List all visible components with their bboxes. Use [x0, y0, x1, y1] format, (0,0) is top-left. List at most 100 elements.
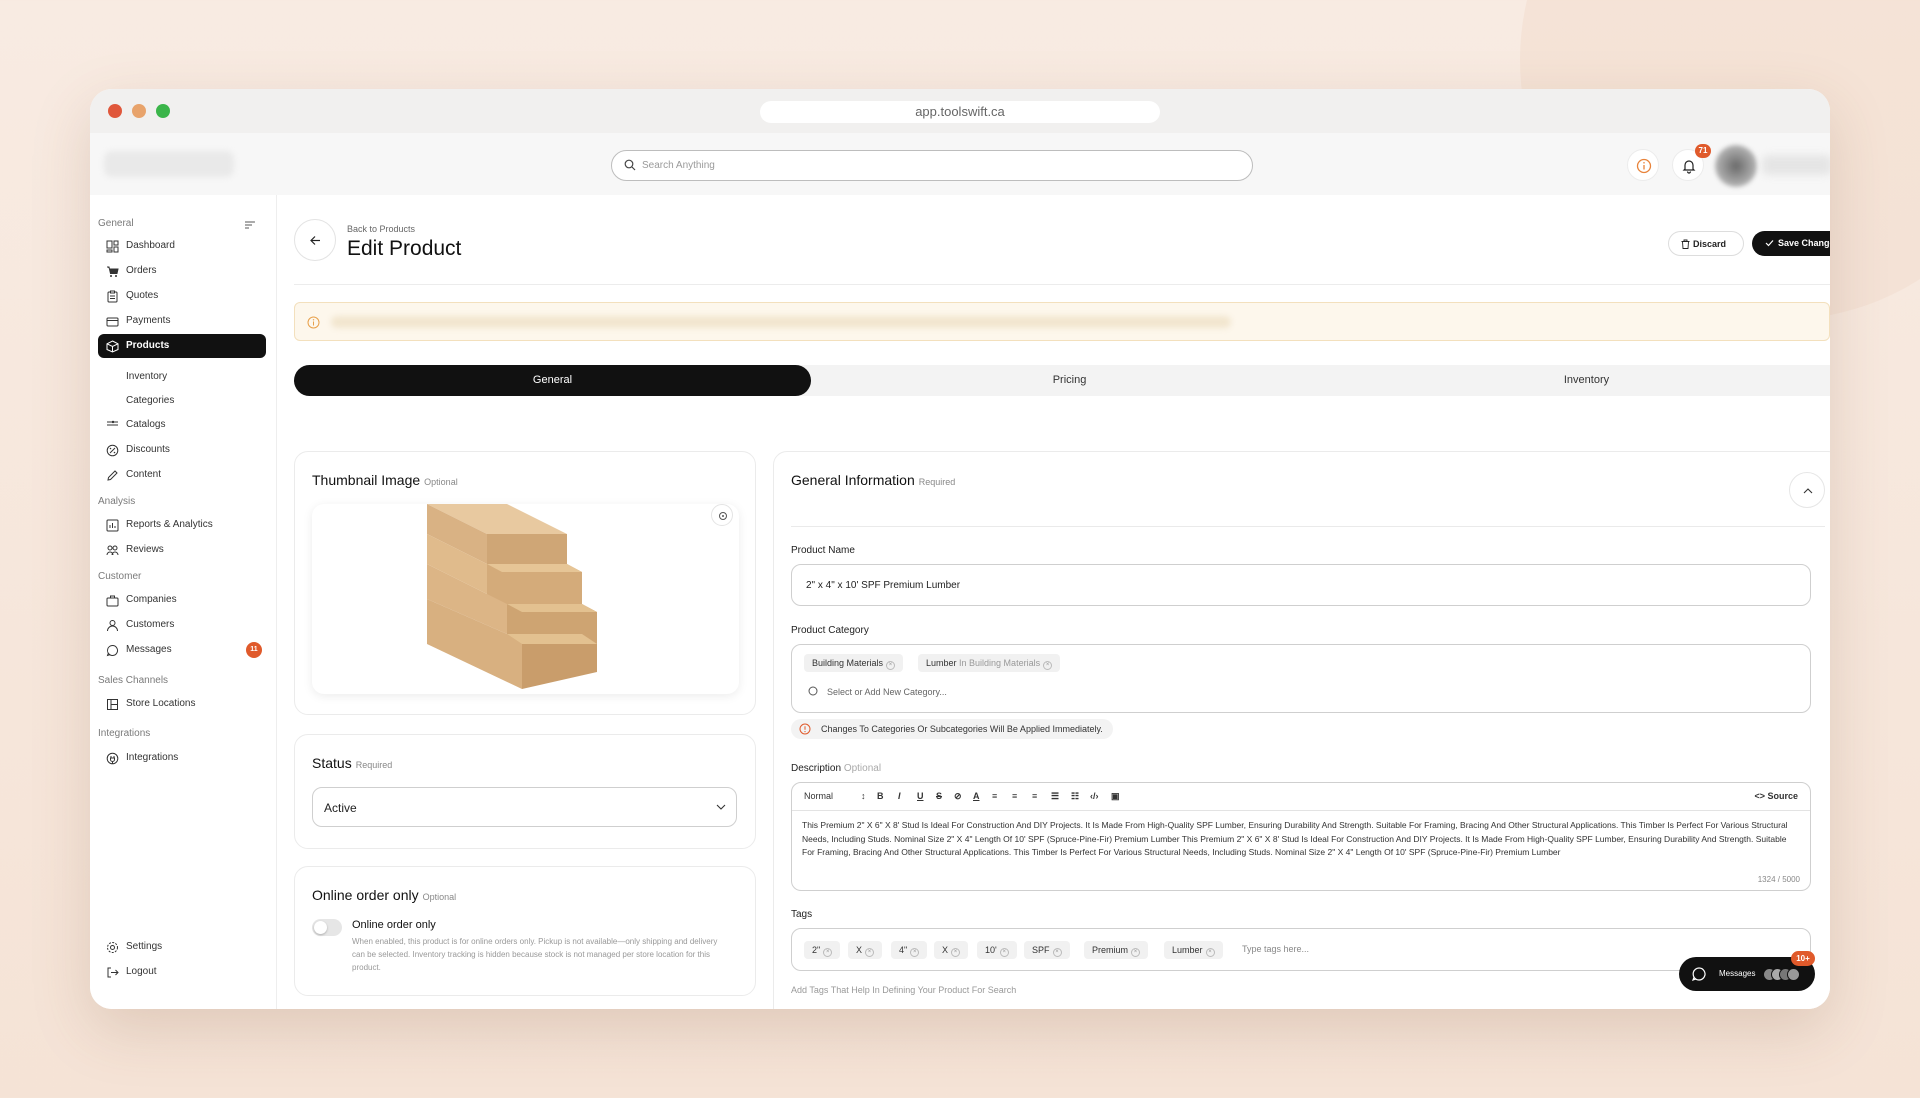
save-changes-button[interactable]: Save Changes: [1752, 231, 1830, 256]
collapse-section-button[interactable]: [1789, 472, 1825, 508]
zoom-image-button[interactable]: [711, 504, 733, 526]
messages-widget-label: Messages: [1719, 969, 1756, 978]
product-name-input[interactable]: 2" x 4" x 10' SPF Premium Lumber: [791, 564, 1811, 606]
tab-pricing[interactable]: Pricing: [811, 365, 1328, 396]
category-chip[interactable]: Building Materials ×: [804, 654, 904, 672]
thumbnail-image-frame[interactable]: [312, 504, 739, 694]
tab-general[interactable]: General: [294, 365, 811, 396]
align-right-icon[interactable]: ≡: [1032, 791, 1037, 801]
sidebar-item-products[interactable]: Products: [98, 334, 266, 358]
sidebar-item-inventory[interactable]: Inventory: [98, 365, 266, 389]
tag-chip[interactable]: SPF ×: [1024, 941, 1070, 959]
maximize-window-button[interactable]: [156, 104, 170, 118]
pencil-icon: [107, 470, 118, 481]
sidebar-item-messages[interactable]: Messages 11: [98, 638, 266, 662]
category-notice: Changes To Categories Or Subcategories W…: [791, 719, 1113, 739]
tag-chip[interactable]: Premium ×: [1084, 941, 1149, 959]
description-text[interactable]: This Premium 2" X 6" X 8' Stud Is Ideal …: [802, 819, 1798, 860]
close-window-button[interactable]: [108, 104, 122, 118]
discard-button[interactable]: Discard: [1668, 231, 1744, 256]
product-category-input[interactable]: Building Materials × Lumber In Building M…: [791, 644, 1811, 713]
strikethrough-icon[interactable]: S: [936, 791, 942, 801]
remove-tag-icon[interactable]: ×: [999, 948, 1009, 957]
minimize-window-button[interactable]: [132, 104, 146, 118]
app-logo[interactable]: [104, 151, 234, 177]
tags-input[interactable]: 2" × X × 4" × X × 10' × SPF × Premium × Lumber ×…: [791, 928, 1811, 971]
remove-tag-icon[interactable]: ×: [951, 948, 961, 957]
tag-chip[interactable]: Lumber ×: [1164, 941, 1223, 959]
format-select[interactable]: Normal: [804, 791, 833, 801]
sidebar-item-reviews[interactable]: Reviews: [98, 538, 266, 562]
chat-bubble-icon: [106, 644, 118, 657]
sidebar-item-orders[interactable]: Orders: [98, 259, 266, 283]
remove-tag-icon[interactable]: ×: [823, 948, 833, 957]
text-color-icon[interactable]: A: [973, 791, 980, 801]
bullet-list-icon[interactable]: ☰: [1051, 791, 1059, 802]
tag-chip-label: SPF: [1032, 945, 1050, 955]
italic-icon[interactable]: I: [898, 791, 901, 801]
sidebar-item-quotes[interactable]: Quotes: [98, 284, 266, 308]
tag-chip-label: Premium: [1092, 945, 1129, 955]
align-left-icon[interactable]: ≡: [992, 791, 997, 801]
sidebar-item-integrations[interactable]: Integrations: [98, 746, 266, 770]
description-editor[interactable]: Normal ↕ B I U S ⊘ A ≡ ≡ ≡ ☰ ☷ ‹/› ▣ <> …: [791, 782, 1811, 891]
category-chip-name: Lumber: [926, 658, 957, 668]
sidebar-collapse-icon[interactable]: [244, 220, 256, 230]
tag-chip[interactable]: X ×: [934, 941, 969, 959]
breadcrumb[interactable]: Back to Products: [347, 224, 415, 234]
remove-tag-icon[interactable]: ×: [865, 948, 875, 957]
sidebar-item-logout[interactable]: Logout: [98, 960, 266, 984]
tag-chip[interactable]: 4" ×: [891, 941, 928, 959]
user-avatar[interactable]: [1715, 145, 1757, 187]
code-icon[interactable]: ‹/›: [1090, 791, 1099, 801]
sidebar-item-customers[interactable]: Customers: [98, 613, 266, 637]
sidebar-item-store-locations[interactable]: Store Locations: [98, 692, 266, 716]
tag-chip-label: Lumber: [1172, 945, 1203, 955]
remove-tag-icon[interactable]: ×: [1131, 948, 1141, 957]
sidebar-item-dashboard[interactable]: Dashboard: [98, 234, 266, 258]
remove-tag-icon[interactable]: ×: [910, 948, 920, 957]
sidebar-item-label: Companies: [126, 594, 177, 605]
tab-inventory[interactable]: Inventory: [1328, 365, 1830, 396]
sidebar-item-settings[interactable]: Settings: [98, 935, 266, 959]
online-order-toggle[interactable]: [312, 919, 342, 936]
info-button[interactable]: [1627, 149, 1659, 181]
sidebar-item-categories[interactable]: Categories: [98, 389, 266, 413]
category-chip-name: Building Materials: [812, 658, 884, 668]
sidebar-item-companies[interactable]: Companies: [98, 588, 266, 612]
sidebar-item-discounts[interactable]: Discounts: [98, 438, 266, 462]
search-input[interactable]: Search Anything: [611, 150, 1253, 181]
sidebar-section-integrations: Integrations: [98, 728, 151, 739]
tag-chip[interactable]: 2" ×: [804, 941, 841, 959]
store-icon: [107, 699, 118, 710]
sidebar-item-payments[interactable]: Payments: [98, 309, 266, 333]
source-button[interactable]: <> Source: [1754, 791, 1798, 801]
sidebar-item-content[interactable]: Content: [98, 463, 266, 487]
messages-widget-button[interactable]: Messages 10+: [1679, 951, 1815, 991]
underline-icon[interactable]: U: [917, 791, 924, 801]
status-select[interactable]: Active: [312, 787, 737, 827]
general-information-required-tag: Required: [918, 477, 956, 487]
remove-tag-icon[interactable]: ×: [1052, 948, 1062, 957]
numbered-list-icon[interactable]: ☷: [1071, 791, 1079, 802]
remove-chip-icon[interactable]: ×: [886, 661, 896, 670]
align-center-icon[interactable]: ≡: [1012, 791, 1017, 801]
remove-tag-icon[interactable]: ×: [1205, 948, 1215, 957]
link-icon[interactable]: ⊘: [954, 791, 962, 802]
category-chip-parent: In Building Materials: [959, 658, 1041, 668]
back-button[interactable]: [294, 219, 336, 261]
image-icon[interactable]: ▣: [1111, 791, 1120, 802]
remove-chip-icon[interactable]: ×: [1043, 661, 1053, 670]
sidebar-item-label: Logout: [126, 966, 157, 977]
sidebar-item-reports[interactable]: Reports & Analytics: [98, 513, 266, 537]
category-chip[interactable]: Lumber In Building Materials ×: [918, 654, 1061, 672]
thumbnail-title-text: Thumbnail Image: [312, 472, 421, 488]
status-title: Status Required: [312, 755, 392, 771]
tag-chip[interactable]: X ×: [848, 941, 883, 959]
url-bar[interactable]: app.toolswift.ca: [760, 101, 1160, 123]
bold-icon[interactable]: B: [877, 791, 884, 801]
sidebar-item-catalogs[interactable]: Catalogs: [98, 413, 266, 437]
user-name[interactable]: [1762, 155, 1830, 175]
format-select-arrows-icon[interactable]: ↕: [861, 791, 866, 801]
tag-chip[interactable]: 10' ×: [977, 941, 1017, 959]
